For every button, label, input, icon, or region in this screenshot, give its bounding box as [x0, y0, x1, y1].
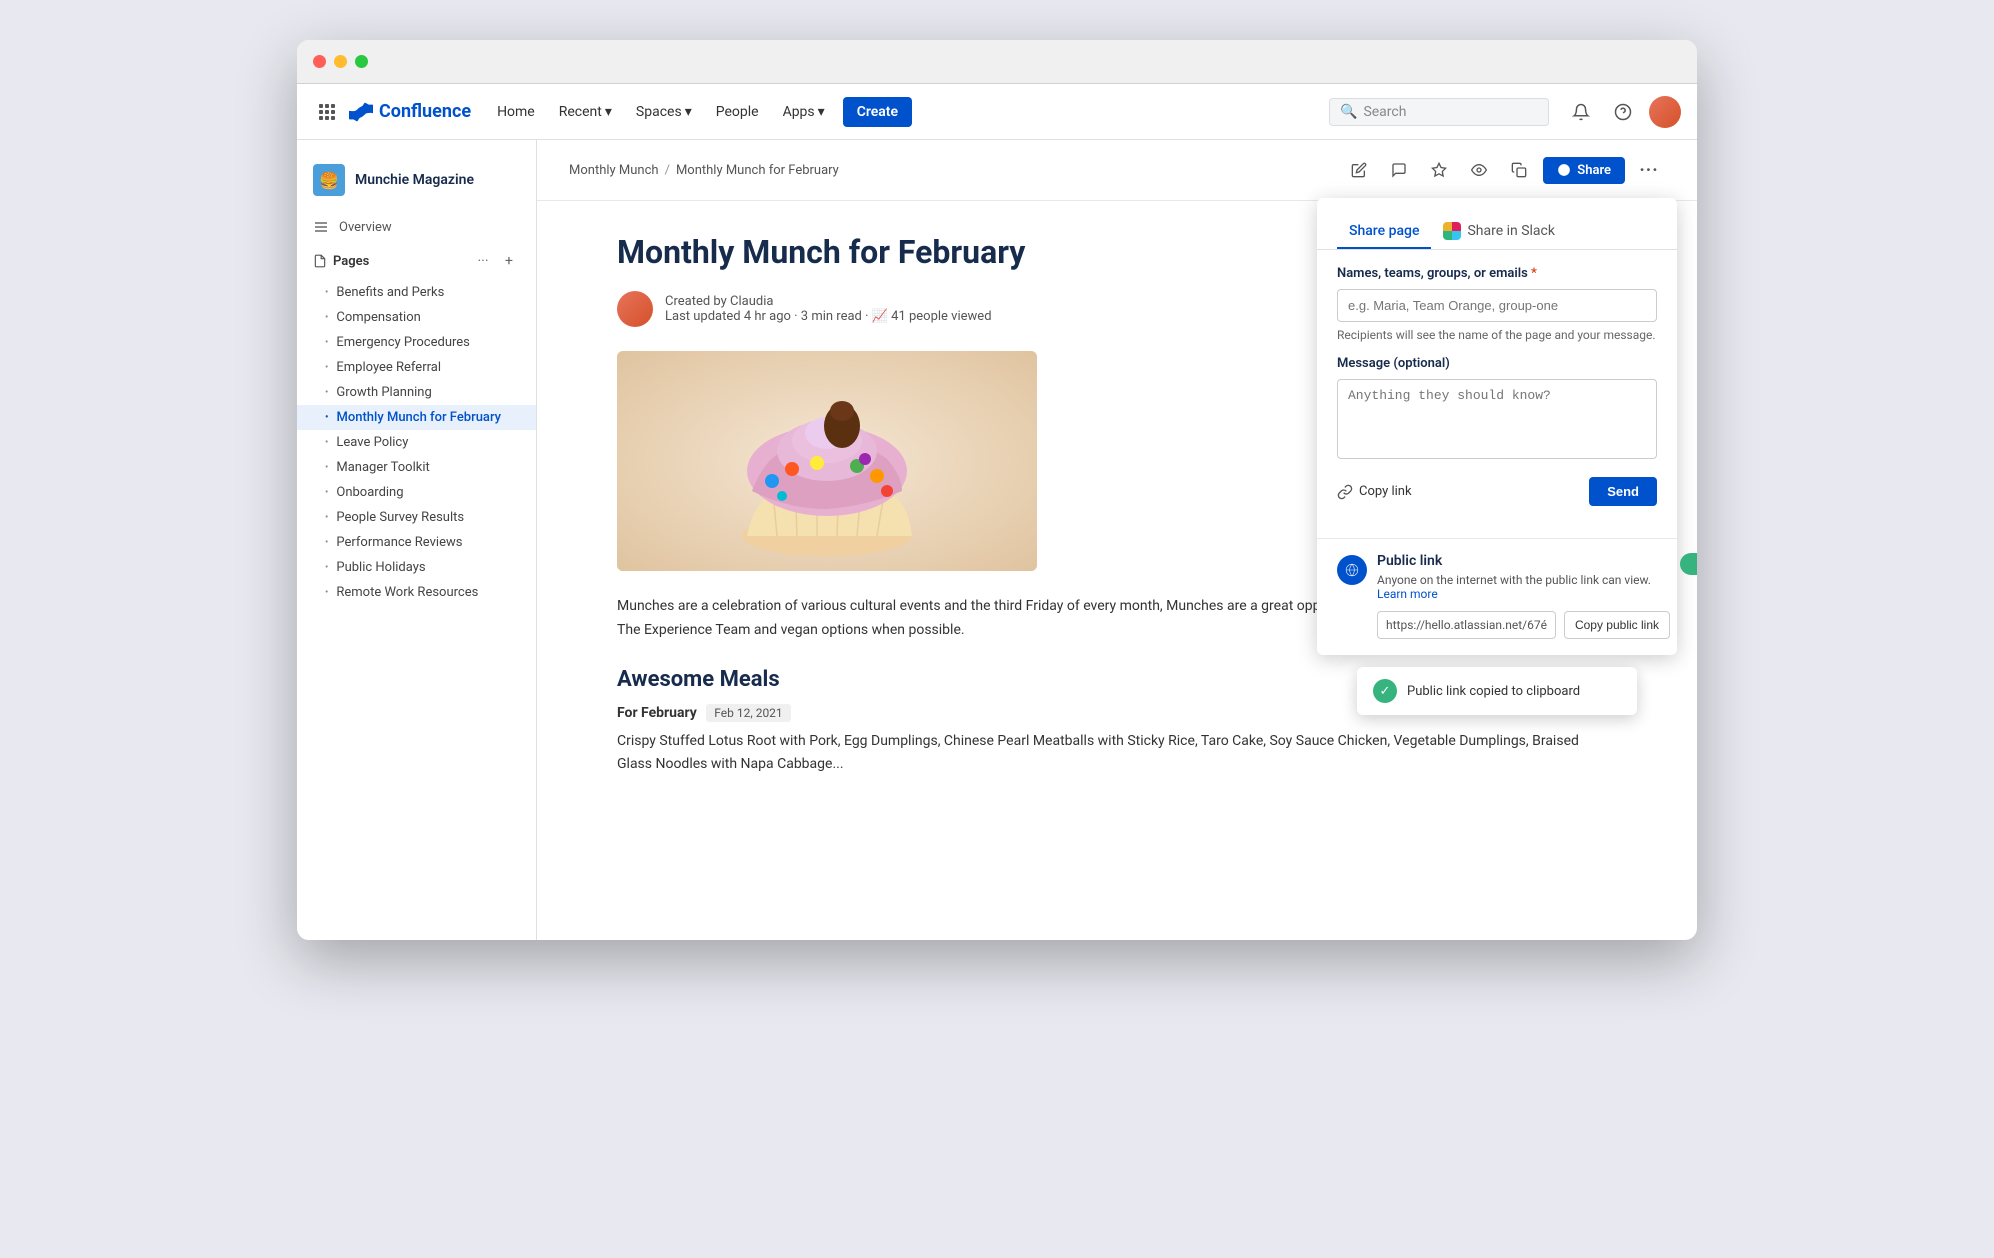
names-label: Names, teams, groups, or emails * — [1337, 266, 1657, 281]
space-name: Munchie Magazine — [355, 172, 474, 188]
public-link-title: Public link — [1377, 553, 1670, 569]
star-button[interactable] — [1423, 154, 1455, 186]
page-item-monthly-munch[interactable]: Monthly Munch for February — [297, 405, 536, 430]
grid-icon[interactable] — [313, 98, 341, 126]
page-item-emergency[interactable]: Emergency Procedures — [297, 330, 536, 355]
content-actions: Monthly Munch for February Share ··· — [1343, 154, 1665, 186]
main-window: Confluence Home Recent ▾ Spaces ▾ People… — [297, 40, 1697, 940]
page-item-benefits[interactable]: Benefits and Perks — [297, 280, 536, 305]
nav-apps[interactable]: Apps ▾ — [773, 98, 835, 126]
share-button[interactable]: Monthly Munch for February Share — [1543, 157, 1625, 184]
page-item-growth[interactable]: Growth Planning — [297, 380, 536, 405]
sidebar: 🍔 Munchie Magazine Overview Pages ··· + … — [297, 140, 537, 940]
space-header[interactable]: 🍔 Munchie Magazine — [297, 156, 536, 212]
author-avatar — [617, 291, 653, 327]
page-item-survey[interactable]: People Survey Results — [297, 505, 536, 530]
nav-people[interactable]: People — [706, 98, 769, 126]
created-by: Created by Claudia — [665, 294, 992, 309]
share-panel: Share page Share in Slack Names, teams, … — [1317, 198, 1677, 655]
meal-list: Crispy Stuffed Lotus Root with Pork, Egg… — [617, 730, 1617, 778]
tab-share-slack[interactable]: Share in Slack — [1431, 214, 1567, 250]
nav-spaces[interactable]: Spaces ▾ — [626, 98, 702, 126]
pages-actions: ··· + — [472, 250, 520, 272]
breadcrumb: Monthly Munch / Monthly Munch for Februa… — [569, 163, 839, 178]
search-bar[interactable]: 🔍 Search — [1329, 98, 1549, 126]
sidebar-overview[interactable]: Overview — [297, 212, 536, 242]
toast-notification: ✓ Public link copied to clipboard — [1357, 667, 1637, 715]
public-link-row: Public link Anyone on the internet with … — [1337, 553, 1657, 639]
more-button[interactable]: ··· — [1633, 154, 1665, 186]
page-item-performance[interactable]: Performance Reviews — [297, 530, 536, 555]
tab-share-page[interactable]: Share page — [1337, 215, 1431, 249]
date-badge: Feb 12, 2021 — [706, 704, 790, 722]
search-icon: 🔍 — [1340, 104, 1357, 120]
globe-icon — [1337, 555, 1367, 585]
page-item-leave[interactable]: Leave Policy — [297, 430, 536, 455]
send-button[interactable]: Send — [1589, 477, 1657, 506]
page-item-referral[interactable]: Employee Referral — [297, 355, 536, 380]
logo-text: Confluence — [379, 101, 471, 122]
pages-title: Pages — [313, 254, 369, 269]
comment-button[interactable] — [1383, 154, 1415, 186]
page-content: Monthly Munch / Monthly Munch for Februa… — [537, 140, 1697, 940]
page-item-holidays[interactable]: Public Holidays — [297, 555, 536, 580]
copy-public-link-button[interactable]: Copy public link — [1564, 611, 1670, 639]
main-content: 🍔 Munchie Magazine Overview Pages ··· + … — [297, 140, 1697, 940]
navbar: Confluence Home Recent ▾ Spaces ▾ People… — [297, 84, 1697, 140]
breadcrumb-current: Monthly Munch for February — [676, 163, 839, 178]
message-input[interactable] — [1337, 379, 1657, 459]
share-body: Names, teams, groups, or emails * Recipi… — [1317, 250, 1677, 538]
page-item-compensation[interactable]: Compensation — [297, 305, 536, 330]
toast-success-icon: ✓ — [1373, 679, 1397, 703]
toast-message: Public link copied to clipboard — [1407, 684, 1580, 699]
message-label: Message (optional) — [1337, 356, 1657, 371]
space-icon: 🍔 — [313, 164, 345, 196]
pages-section-header: Pages ··· + — [297, 242, 536, 280]
public-link-info: Public link Anyone on the internet with … — [1377, 553, 1670, 639]
pages-more-button[interactable]: ··· — [472, 250, 494, 272]
meta-details: Created by Claudia Last updated 4 hr ago… — [665, 294, 992, 324]
copy-link-button[interactable]: Copy link — [1337, 478, 1412, 506]
share-tabs: Share page Share in Slack — [1317, 198, 1677, 250]
page-item-manager[interactable]: Manager Toolkit — [297, 455, 536, 480]
toggle-background — [1680, 553, 1697, 575]
page-list: Benefits and Perks Compensation Emergenc… — [297, 280, 536, 613]
public-link-section: Public link Anyone on the internet with … — [1317, 553, 1677, 655]
page-hero-image — [617, 351, 1037, 571]
create-button[interactable]: Create — [843, 97, 912, 127]
page-item-onboarding[interactable]: Onboarding — [297, 480, 536, 505]
copy-button[interactable] — [1503, 154, 1535, 186]
public-url-row: https://hello.atlassian.net/67é Copy pub… — [1377, 611, 1670, 639]
public-link-desc: Anyone on the internet with the public l… — [1377, 573, 1670, 601]
nav-home[interactable]: Home — [487, 98, 545, 126]
edit-button[interactable] — [1343, 154, 1375, 186]
content-header: Monthly Munch / Monthly Munch for Februa… — [537, 140, 1697, 201]
help-button[interactable] — [1607, 96, 1639, 128]
breadcrumb-monthly-munch[interactable]: Monthly Munch — [569, 163, 659, 178]
confluence-logo[interactable]: Confluence — [349, 100, 471, 124]
maximize-button[interactable] — [355, 55, 368, 68]
minimize-button[interactable] — [334, 55, 347, 68]
names-input[interactable] — [1337, 289, 1657, 322]
user-avatar[interactable] — [1649, 96, 1681, 128]
notifications-button[interactable] — [1565, 96, 1597, 128]
nav-actions — [1565, 96, 1681, 128]
updated-info: Last updated 4 hr ago · 3 min read · 📈 4… — [665, 309, 992, 324]
public-url-display: https://hello.atlassian.net/67é — [1377, 611, 1556, 639]
watch-button[interactable] — [1463, 154, 1495, 186]
titlebar — [297, 40, 1697, 84]
page-item-remote[interactable]: Remote Work Resources — [297, 580, 536, 605]
names-hint: Recipients will see the name of the page… — [1337, 328, 1657, 342]
public-link-toggle[interactable] — [1680, 553, 1697, 575]
share-actions: Copy link Send — [1337, 477, 1657, 506]
learn-more-link[interactable]: Learn more — [1377, 587, 1438, 601]
close-button[interactable] — [313, 55, 326, 68]
nav-recent[interactable]: Recent ▾ — [549, 98, 622, 126]
pages-add-button[interactable]: + — [498, 250, 520, 272]
slack-icon — [1443, 222, 1461, 240]
